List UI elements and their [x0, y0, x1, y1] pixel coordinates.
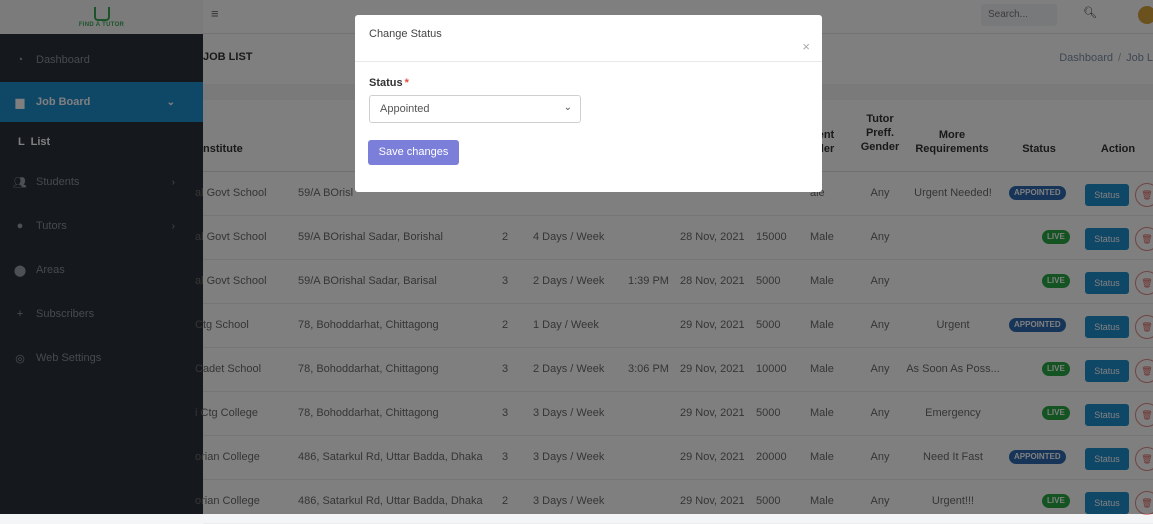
- change-status-modal: Change Status × Status * Appointed ⌄ Save…: [355, 15, 822, 192]
- modal-title: Change Status: [369, 28, 442, 40]
- status-label: Status *: [369, 77, 409, 89]
- status-label-text: Status: [369, 77, 403, 89]
- status-select[interactable]: Appointed ⌄: [369, 95, 581, 123]
- status-select-value: Appointed: [380, 103, 430, 115]
- close-icon[interactable]: ×: [802, 39, 810, 54]
- modal-divider: [355, 61, 822, 62]
- save-changes-button[interactable]: Save changes: [368, 140, 459, 165]
- required-mark: *: [404, 77, 409, 89]
- chevron-down-icon: ⌄: [563, 102, 572, 113]
